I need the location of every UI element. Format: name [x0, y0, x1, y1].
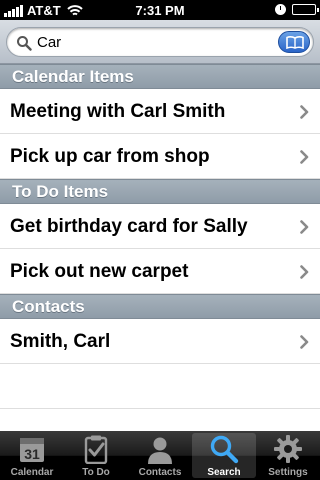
chevron-right-icon — [300, 220, 309, 234]
search-field[interactable] — [6, 27, 314, 57]
section-header-calendar-items: Calendar Items — [0, 64, 320, 89]
list-item-label: Get birthday card for Sally — [10, 216, 248, 237]
tab-settings[interactable]: Settings — [256, 431, 320, 480]
chevron-right-icon — [300, 335, 309, 349]
section-header-contacts: Contacts — [0, 294, 320, 319]
tab-calendar[interactable]: 31 Calendar — [0, 431, 64, 480]
list-item-todo-2[interactable]: Pick out new carpet — [0, 250, 320, 294]
alarm-clock-icon — [275, 4, 286, 15]
list-item-contact-1[interactable]: Smith, Carl — [0, 320, 320, 364]
list-item-label: Pick out new carpet — [10, 261, 189, 282]
magnifier-icon — [210, 435, 239, 464]
list-item-label: Pick up car from shop — [10, 146, 210, 167]
bookmarks-icon — [286, 36, 304, 49]
tab-to-do[interactable]: To Do — [64, 431, 128, 480]
battery-icon — [292, 4, 319, 15]
status-time: 7:31 PM — [135, 3, 185, 18]
gear-icon — [274, 435, 302, 463]
section-header-to-do-items: To Do Items — [0, 179, 320, 204]
tab-label: Contacts — [138, 467, 182, 478]
chevron-right-icon — [300, 265, 309, 279]
checklist-icon — [84, 435, 108, 464]
list-item-calendar-2[interactable]: Pick up car from shop — [0, 135, 320, 179]
search-input[interactable] — [37, 32, 267, 52]
calendar-icon-day: 31 — [24, 446, 40, 462]
list-item-label: Meeting with Carl Smith — [10, 101, 226, 122]
chevron-right-icon — [300, 105, 309, 119]
search-bar — [0, 20, 320, 64]
search-icon — [17, 36, 32, 51]
tab-contacts[interactable]: Contacts — [128, 431, 192, 480]
list-item-todo-1[interactable]: Get birthday card for Sally — [0, 205, 320, 249]
calendar-icon: 31 — [20, 438, 44, 462]
empty-row — [0, 365, 320, 409]
person-icon — [148, 437, 172, 464]
tab-label: Settings — [268, 467, 308, 478]
tab-bar: 31 Calendar To Do Contacts Search Settin… — [0, 431, 320, 480]
tab-search[interactable]: Search — [192, 433, 256, 478]
bookmarks-button[interactable] — [278, 31, 310, 53]
tab-label: Calendar — [10, 467, 54, 478]
tab-label: To Do — [82, 467, 110, 478]
list-item-label: Smith, Carl — [10, 331, 111, 352]
chevron-right-icon — [300, 150, 309, 164]
list-item-calendar-1[interactable]: Meeting with Carl Smith — [0, 90, 320, 134]
tab-label: Search — [207, 467, 241, 478]
status-bar: AT&T 7:31 PM — [0, 0, 320, 20]
status-right — [275, 4, 319, 15]
